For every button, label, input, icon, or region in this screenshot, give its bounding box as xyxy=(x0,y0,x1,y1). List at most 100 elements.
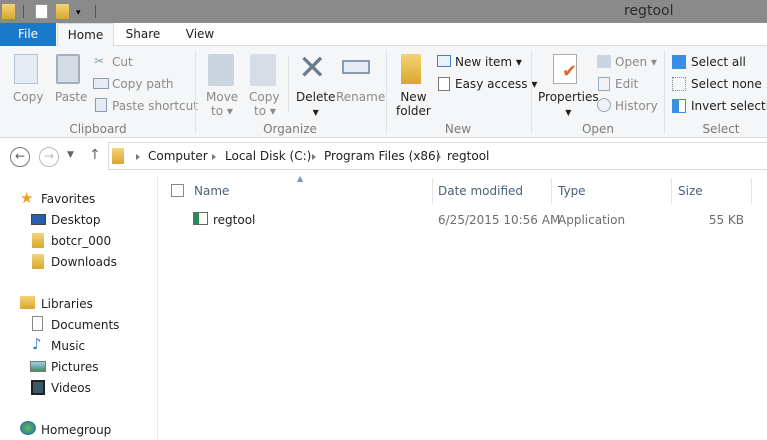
divider xyxy=(386,50,387,134)
properties-icon: ✔ xyxy=(553,54,577,84)
address-row: ← → ▼ ↑ Computer Local Disk (C:) Program… xyxy=(0,139,767,175)
edit-button[interactable]: Edit xyxy=(615,77,638,91)
divider xyxy=(23,5,24,18)
properties-button[interactable]: Properties ▼ xyxy=(538,90,599,118)
open-label: Open xyxy=(615,55,648,69)
address-bar[interactable]: Computer Local Disk (C:) Program Files (… xyxy=(108,142,767,170)
easy-access-label: Easy access xyxy=(455,77,528,91)
copy-to-button[interactable]: Copy to ▾ xyxy=(249,90,279,118)
downloads-icon xyxy=(32,254,44,269)
chevron-right-icon xyxy=(212,154,216,160)
new-folder-label-2: folder xyxy=(396,104,431,118)
up-button[interactable]: ↑ xyxy=(89,147,101,163)
tab-share[interactable]: Share xyxy=(118,23,168,46)
copy-button[interactable]: Copy xyxy=(13,90,43,104)
rename-button[interactable]: Rename xyxy=(336,90,385,104)
breadcrumb-program-files[interactable]: Program Files (x86) xyxy=(324,149,440,163)
divider[interactable] xyxy=(432,178,433,204)
new-folder-label: New xyxy=(400,90,427,104)
videos-icon xyxy=(31,380,45,395)
breadcrumb-computer[interactable]: Computer xyxy=(148,149,208,163)
history-icon xyxy=(597,98,611,112)
divider[interactable] xyxy=(751,178,752,204)
divider xyxy=(195,50,196,134)
chevron-right-icon xyxy=(437,154,441,160)
music-icon: ♪ xyxy=(32,335,42,353)
paste-icon xyxy=(56,54,80,84)
title-bar: ▾ regtool xyxy=(0,0,767,23)
new-folder-quick-icon[interactable] xyxy=(56,4,69,19)
divider[interactable] xyxy=(551,178,552,204)
column-header-type[interactable]: Type xyxy=(558,184,586,198)
rename-icon xyxy=(342,60,370,74)
nav-desktop[interactable]: Desktop xyxy=(51,213,101,227)
column-header-date-modified[interactable]: Date modified xyxy=(438,184,523,198)
group-label-new: New xyxy=(444,122,472,136)
breadcrumb-local-disk[interactable]: Local Disk (C:) xyxy=(225,149,311,163)
paste-shortcut-button[interactable]: Paste shortcut xyxy=(112,99,198,113)
properties-quick-icon[interactable] xyxy=(35,4,48,19)
nav-videos[interactable]: Videos xyxy=(51,381,91,395)
select-all-icon xyxy=(672,55,686,69)
new-item-label: New item xyxy=(455,55,513,69)
nav-libraries[interactable]: Libraries xyxy=(41,297,93,311)
divider xyxy=(531,50,532,134)
star-icon: ★ xyxy=(20,189,34,207)
copy-to-label-2: to xyxy=(254,104,267,118)
properties-label: Properties xyxy=(538,90,599,104)
recent-locations-button[interactable]: ▼ xyxy=(67,150,74,160)
group-label-clipboard: Clipboard xyxy=(69,122,127,136)
copy-path-button[interactable]: Copy path xyxy=(112,77,174,91)
file-size: 55 KB xyxy=(708,213,744,227)
easy-access-button[interactable]: Easy access ▾ xyxy=(455,77,537,91)
group-label-select: Select xyxy=(702,122,740,136)
pictures-icon xyxy=(30,361,46,372)
application-icon xyxy=(193,212,208,225)
move-to-button[interactable]: Move to ▾ xyxy=(206,90,238,118)
select-all-checkbox[interactable] xyxy=(171,184,184,197)
tab-home[interactable]: Home xyxy=(57,23,114,47)
column-header-name[interactable]: Name xyxy=(194,184,229,198)
divider[interactable] xyxy=(671,178,672,204)
breadcrumb-regtool[interactable]: regtool xyxy=(447,149,489,163)
tab-view[interactable]: View xyxy=(175,23,225,46)
table-row[interactable]: regtool 6/25/2015 10:56 AM Application 5… xyxy=(160,206,760,234)
customize-quick-access-icon[interactable]: ▾ xyxy=(76,8,89,23)
group-label-open: Open xyxy=(581,122,615,136)
copy-path-icon xyxy=(93,78,109,89)
cut-icon: ✂ xyxy=(94,54,105,68)
open-icon xyxy=(597,55,611,68)
nav-documents[interactable]: Documents xyxy=(51,318,119,332)
delete-button[interactable]: Delete ▼ xyxy=(296,90,335,118)
column-header-size[interactable]: Size xyxy=(678,184,703,198)
copy-to-icon xyxy=(250,54,276,86)
paste-shortcut-icon xyxy=(95,98,107,112)
divider xyxy=(288,56,289,112)
cut-button[interactable]: Cut xyxy=(112,55,133,69)
file-type: Application xyxy=(558,213,626,227)
select-all-button[interactable]: Select all xyxy=(691,55,746,69)
open-button[interactable]: Open ▾ xyxy=(615,55,657,69)
nav-music[interactable]: Music xyxy=(51,339,85,353)
new-item-button[interactable]: New item ▾ xyxy=(455,55,522,69)
documents-icon xyxy=(32,316,43,331)
delete-icon: ✕ xyxy=(298,48,327,88)
select-none-button[interactable]: Select none xyxy=(691,77,762,91)
back-button[interactable]: ← xyxy=(10,147,30,167)
move-to-label: Move xyxy=(206,90,239,104)
invert-selection-button[interactable]: Invert selection xyxy=(691,99,767,113)
forward-button[interactable]: → xyxy=(39,147,59,167)
history-button[interactable]: History xyxy=(615,99,658,113)
edit-icon xyxy=(598,77,610,91)
select-none-icon xyxy=(672,77,686,91)
paste-button[interactable]: Paste xyxy=(55,90,87,104)
tab-file[interactable]: File xyxy=(0,23,56,46)
nav-user-folder[interactable]: botcr_000 xyxy=(51,234,111,248)
nav-homegroup[interactable]: Homegroup xyxy=(41,423,111,437)
nav-favorites[interactable]: Favorites xyxy=(41,192,95,206)
libraries-icon xyxy=(20,296,35,309)
folder-icon xyxy=(112,148,124,164)
nav-downloads[interactable]: Downloads xyxy=(51,255,117,269)
new-folder-button[interactable]: New folder xyxy=(396,90,431,118)
nav-pictures[interactable]: Pictures xyxy=(51,360,99,374)
